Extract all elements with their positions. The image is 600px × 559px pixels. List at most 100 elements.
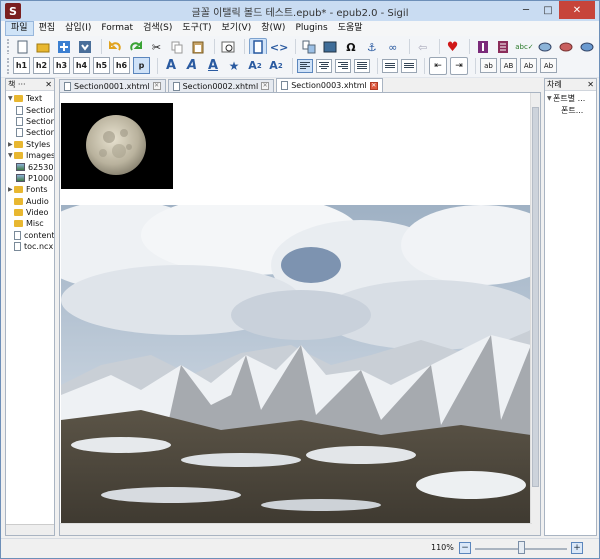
- book-browser-title: 책 ···: [8, 80, 26, 89]
- folder-icon: [14, 95, 23, 103]
- menu-bar: 파일 편집 삽입(I) Format 검색(S) 도구(T) 보기(V) 창(W…: [1, 21, 599, 36]
- numbered-list-icon[interactable]: [401, 58, 417, 73]
- image-file-icon: [16, 174, 25, 183]
- tab-section0002[interactable]: Section0002.xhtml ✕: [167, 79, 275, 92]
- tab-close-icon[interactable]: ✕: [369, 81, 378, 90]
- editor-vscroll-thumb[interactable]: [532, 107, 539, 487]
- increase-indent-icon[interactable]: ⇥: [450, 56, 468, 75]
- heading-h6-button[interactable]: h6: [113, 57, 130, 74]
- toc-item[interactable]: ▼ 폰트별 ...: [547, 93, 596, 104]
- paragraph-button[interactable]: p: [133, 57, 150, 74]
- toc-item[interactable]: 폰트...: [547, 104, 596, 115]
- menu-insert[interactable]: 삽입(I): [60, 21, 96, 36]
- xhtml-file-icon: [281, 81, 289, 90]
- capitalize-button[interactable]: Ab: [540, 58, 557, 73]
- status-bar: 110% − +: [1, 538, 599, 558]
- menu-search[interactable]: 검색(S): [138, 21, 177, 36]
- tree-folder-audio[interactable]: Audio: [8, 196, 54, 207]
- menu-edit[interactable]: 편집: [34, 21, 61, 36]
- maximize-button[interactable]: □: [537, 1, 559, 19]
- tree-folder-images[interactable]: ▼ Images: [8, 150, 54, 161]
- xhtml-file-icon: [16, 105, 23, 115]
- tree-file-toc-ncx[interactable]: toc.ncx: [8, 241, 54, 252]
- book-browser-header: 책 ··· ✕: [6, 79, 54, 91]
- tab-section0003[interactable]: Section0003.xhtml ✕: [276, 78, 383, 92]
- menu-view[interactable]: 보기(V): [216, 21, 256, 36]
- window-title: 글꼴 이탤릭 볼드 테스트.epub* - epub2.0 - Sigil: [191, 7, 409, 19]
- tree-folder-text[interactable]: ▼ Text: [8, 93, 54, 104]
- book-browser-hscrollbar[interactable]: [6, 524, 54, 535]
- toolbar-grip-2: [7, 57, 10, 74]
- superscript-icon[interactable]: A2: [267, 57, 285, 75]
- heading-h2-button[interactable]: h2: [33, 57, 50, 74]
- menu-window[interactable]: 창(W): [256, 21, 290, 36]
- folder-icon: [14, 186, 23, 194]
- editor-vscrollbar[interactable]: [530, 93, 540, 535]
- tab-section0001[interactable]: Section0001.xhtml ✕: [59, 79, 166, 92]
- xhtml-file-icon: [16, 116, 23, 126]
- ncx-file-icon: [14, 242, 21, 252]
- uppercase-button[interactable]: AB: [500, 58, 517, 73]
- book-browser-pane: 책 ··· ✕ ▼ Text Section Section Section ▶ S…: [5, 78, 55, 536]
- toolbar-grip: [7, 39, 10, 55]
- tree-file-section3[interactable]: Section: [8, 127, 54, 138]
- pane-close-icon[interactable]: ✕: [587, 80, 594, 89]
- align-right-icon[interactable]: [335, 58, 351, 73]
- zoom-in-button[interactable]: +: [571, 542, 583, 554]
- menu-help[interactable]: 도움말: [333, 21, 368, 36]
- xhtml-file-icon: [64, 81, 71, 91]
- tree-file-section2[interactable]: Section: [8, 116, 54, 127]
- tree-folder-misc[interactable]: Misc: [8, 218, 54, 229]
- pane-close-icon[interactable]: ✕: [45, 80, 52, 89]
- folder-icon: [14, 197, 23, 205]
- subscript-icon[interactable]: A2: [246, 57, 264, 75]
- bullet-list-icon[interactable]: [382, 58, 398, 73]
- tree-file-content-opf[interactable]: content.: [8, 230, 54, 241]
- mountain-landscape-image: [60, 195, 540, 523]
- lowercase-button[interactable]: ab: [480, 58, 497, 73]
- xhtml-file-icon: [172, 81, 180, 91]
- minimize-button[interactable]: ─: [515, 1, 537, 19]
- align-center-icon[interactable]: [316, 58, 332, 73]
- zoom-slider-thumb[interactable]: [518, 541, 525, 554]
- zoom-out-button[interactable]: −: [459, 542, 471, 554]
- align-left-icon[interactable]: [297, 58, 313, 73]
- decrease-indent-icon[interactable]: ⇤: [429, 56, 447, 75]
- folder-icon: [14, 140, 23, 148]
- heading-h1-button[interactable]: h1: [13, 57, 30, 74]
- tree-folder-styles[interactable]: ▶ Styles: [8, 139, 54, 150]
- strikethrough-icon[interactable]: ★: [225, 57, 243, 75]
- book-view-editor[interactable]: [59, 92, 541, 536]
- zoom-level: 110%: [431, 543, 454, 552]
- main-window: S 글꼴 이탤릭 볼드 테스트.epub* - epub2.0 - Sigil …: [0, 0, 600, 559]
- format-toolbar: h1 h2 h3 h4 h5 h6 p A A A ★ A2 A2 ⇤ ⇥ ab…: [1, 54, 599, 78]
- heading-h4-button[interactable]: h4: [73, 57, 90, 74]
- menu-format[interactable]: Format: [96, 21, 138, 36]
- close-button[interactable]: ✕: [559, 1, 595, 19]
- toc-pane: 차례 ✕ ▼ 폰트별 ... 폰트...: [544, 78, 597, 536]
- editor-hscrollbar[interactable]: [60, 523, 532, 535]
- tab-close-icon[interactable]: ✕: [152, 82, 161, 90]
- folder-icon: [14, 220, 23, 228]
- italic-icon[interactable]: A: [183, 57, 201, 75]
- opf-file-icon: [14, 230, 21, 240]
- toc-title: 차례: [547, 80, 562, 89]
- underline-icon[interactable]: A: [204, 57, 222, 75]
- heading-h3-button[interactable]: h3: [53, 57, 70, 74]
- titlecase-button[interactable]: Ab: [520, 58, 537, 73]
- bold-icon[interactable]: A: [162, 57, 180, 75]
- folder-icon: [14, 209, 23, 217]
- tree-folder-fonts[interactable]: ▶ Fonts: [8, 184, 54, 195]
- tree-folder-video[interactable]: Video: [8, 207, 54, 218]
- xhtml-file-icon: [16, 128, 23, 138]
- tree-image-1[interactable]: 62530: [8, 161, 54, 172]
- tree-image-2[interactable]: P1000: [8, 173, 54, 184]
- heading-h5-button[interactable]: h5: [93, 57, 110, 74]
- tree-file-section1[interactable]: Section: [8, 104, 54, 115]
- align-justify-icon[interactable]: [354, 58, 370, 73]
- menu-tools[interactable]: 도구(T): [177, 21, 216, 36]
- tab-close-icon[interactable]: ✕: [261, 82, 270, 90]
- menu-plugins[interactable]: Plugins: [290, 21, 332, 36]
- menu-file[interactable]: 파일: [5, 21, 34, 36]
- window-controls: ─ □ ✕: [515, 1, 595, 19]
